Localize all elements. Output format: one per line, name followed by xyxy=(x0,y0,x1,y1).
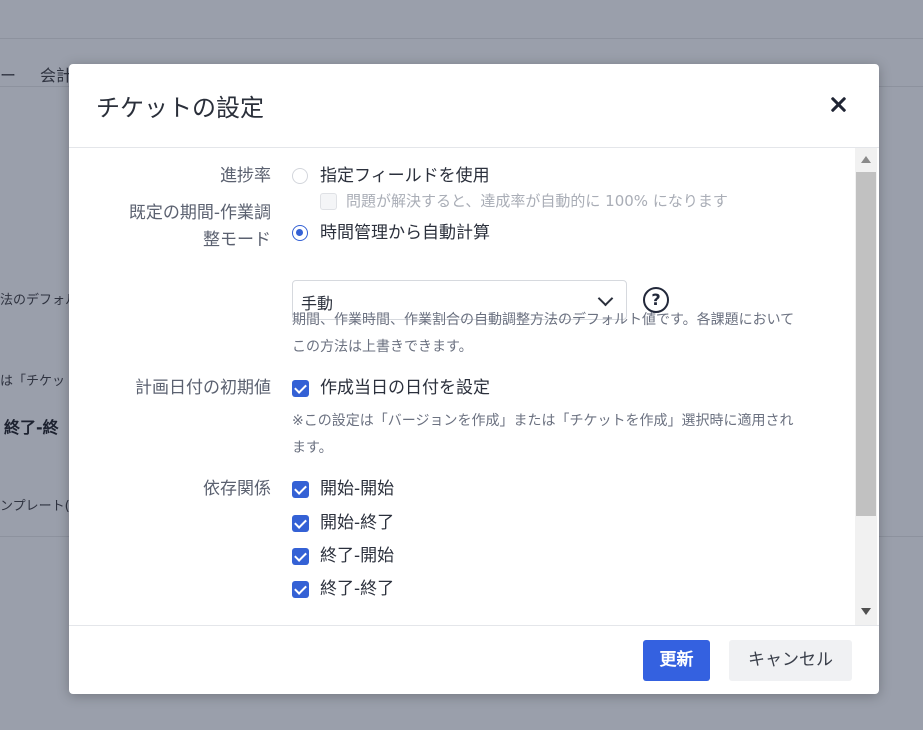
background-tab: ー xyxy=(0,66,17,85)
dependency-option-label: 終了-開始 xyxy=(320,546,395,566)
plan-date-option-label: 作成当日の日付を設定 xyxy=(320,378,490,398)
dialog-header: チケットの設定 xyxy=(69,64,879,148)
checkbox-checked[interactable] xyxy=(292,515,309,532)
checkbox-checked[interactable] xyxy=(292,581,309,598)
dependency-option-label: 開始-終了 xyxy=(320,513,395,533)
period-mode-label: 既定の期間-作業調 整モード xyxy=(91,200,271,254)
progress-option-field-label: 指定フィールドを使用 xyxy=(320,166,490,186)
scrollbar-thumb[interactable] xyxy=(856,172,876,516)
dialog-footer: 更新 キャンセル xyxy=(69,625,879,695)
update-button[interactable]: 更新 xyxy=(643,640,710,681)
period-mode-label-line1: 既定の期間-作業調 xyxy=(128,203,271,223)
close-icon[interactable] xyxy=(825,90,853,118)
dependency-option-label: 開始-開始 xyxy=(320,479,395,499)
dialog-body: 進捗率 指定フィールドを使用 問題が解決すると、達成率が自動的に 100% にな… xyxy=(69,148,879,625)
background-text: は「チケッ xyxy=(0,374,66,389)
plan-date-hint: ※この設定は「バージョンを作成」または「チケットを作成」選択時に適用され ます。 xyxy=(292,408,832,462)
ticket-settings-dialog: チケットの設定 進捗率 指定フィールドを使用 問題が解決すると、達成率が自動的に… xyxy=(69,64,879,694)
checkbox-checked[interactable] xyxy=(292,548,309,565)
progress-option-auto-label: 時間管理から自動計算 xyxy=(320,223,490,243)
dependency-option-label: 終了-終了 xyxy=(320,579,395,599)
checkbox-disabled xyxy=(320,193,337,210)
cancel-button[interactable]: キャンセル xyxy=(729,640,852,681)
dialog-title: チケットの設定 xyxy=(96,94,264,122)
dependency-label: 依存関係 xyxy=(203,479,271,499)
checkbox-checked[interactable] xyxy=(292,481,309,498)
period-mode-hint: 期間、作業時間、作業割合の自動調整方法のデフォルト値です。各課題において この方… xyxy=(292,307,832,361)
dialog-scrollbar[interactable] xyxy=(855,148,877,625)
plan-date-label: 計画日付の初期値 xyxy=(135,378,271,398)
checkbox-checked[interactable] xyxy=(292,380,309,397)
top-bar xyxy=(0,0,923,39)
auto-complete-option-label: 問題が解決すると、達成率が自動的に 100% になります xyxy=(346,192,728,210)
plan-date-hint-line2: ます。 xyxy=(292,440,333,456)
scroll-up-arrow-icon[interactable] xyxy=(861,156,871,163)
background-text: 法のデフォル xyxy=(0,293,79,308)
background-text: ンプレート( xyxy=(0,499,70,514)
background-tab: 会計 xyxy=(40,66,73,85)
scroll-down-arrow-icon[interactable] xyxy=(861,608,871,615)
progress-label: 進捗率 xyxy=(220,166,271,186)
period-mode-label-line2: 整モード xyxy=(203,230,271,250)
plan-date-hint-line1: ※この設定は「バージョンを作成」または「チケットを作成」選択時に適用され xyxy=(292,413,794,429)
background-text: 終了-終 xyxy=(4,418,59,437)
chevron-down-icon xyxy=(597,290,614,307)
radio-unselected[interactable] xyxy=(292,168,308,184)
period-mode-hint-line1: 期間、作業時間、作業割合の自動調整方法のデフォルト値です。各課題において xyxy=(292,312,795,328)
radio-selected[interactable] xyxy=(292,225,308,241)
period-mode-hint-line2: この方法は上書きできます。 xyxy=(292,339,473,355)
